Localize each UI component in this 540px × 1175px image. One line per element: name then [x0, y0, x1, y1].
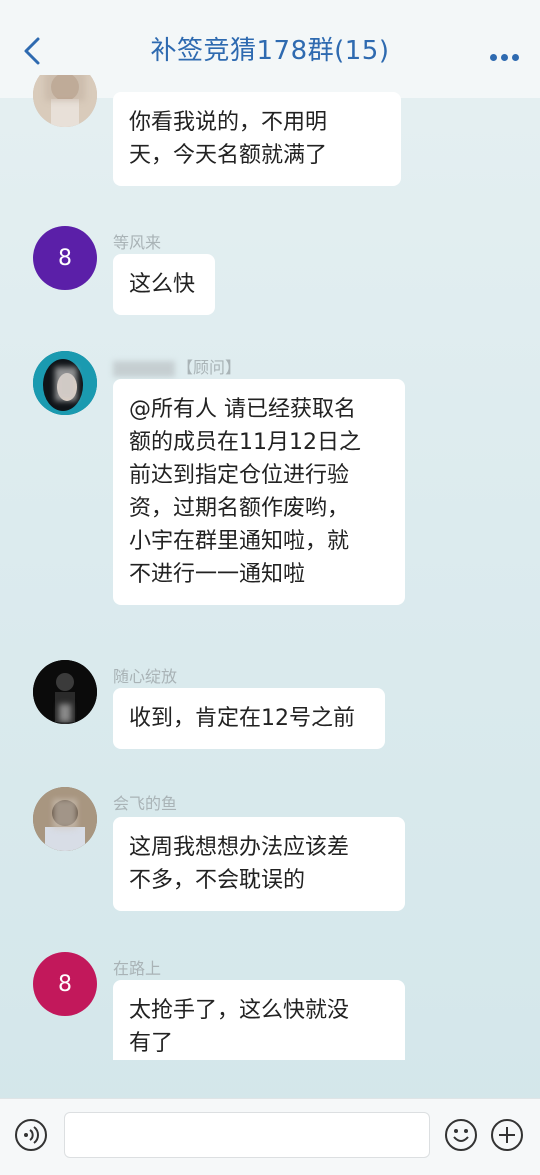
avatar[interactable] [33, 75, 97, 127]
avatar-photo-icon [33, 660, 97, 724]
sender-name: 【顾问】 [113, 354, 241, 378]
message-text: 这周我想想办法应该差 不多，不会耽误的 [129, 835, 350, 893]
avatar-photo-icon [33, 787, 97, 851]
message-bubble[interactable]: @所有人 请已经获取名 额的成员在11月12日之 前达到指定仓位进行验 资，过期… [113, 379, 405, 605]
blurred-name [113, 360, 175, 377]
message-bubble[interactable]: 你看我说的，不用明 天，今天名额就满了 [113, 92, 401, 186]
avatar[interactable]: 8 [33, 952, 97, 1016]
page-title: 补签竞猜178群(15) [150, 36, 390, 66]
plus-icon[interactable] [490, 1118, 524, 1152]
message-text: 太抢手了，这么快就没 有了 [129, 998, 350, 1056]
message-text: @所有人 请已经获取名 额的成员在11月12日之 前达到指定仓位进行验 资，过期… [129, 397, 361, 587]
sender-name: 在路上 [113, 959, 162, 978]
sender-name: 等风来 [113, 233, 162, 252]
emoji-icon[interactable] [444, 1118, 478, 1152]
avatar[interactable] [33, 351, 97, 415]
message-text: 你看我说的，不用明 天，今天名额就满了 [129, 110, 328, 168]
message-input[interactable] [64, 1112, 430, 1158]
message-bubble[interactable]: 这么快 [113, 254, 215, 315]
message-bubble[interactable]: 这周我想想办法应该差 不多，不会耽误的 [113, 817, 405, 911]
avatar-photo-icon [33, 351, 97, 415]
input-bar [0, 1098, 540, 1175]
message-list[interactable]: 你看我说的，不用明 天，今天名额就满了 8 等风来 这么快 【顾问】 @所有人 … [0, 75, 540, 1060]
sender-name: 随心绽放 [113, 667, 178, 686]
avatar[interactable] [33, 660, 97, 724]
avatar[interactable]: 8 [33, 226, 97, 290]
avatar[interactable] [33, 787, 97, 851]
more-dots-icon[interactable] [490, 46, 524, 61]
avatar-text: 8 [58, 971, 72, 997]
avatar-text: 8 [58, 245, 72, 271]
message-text: 这么快 [129, 272, 196, 297]
message-text: 收到，肯定在12号之前 [129, 706, 355, 731]
voice-icon[interactable] [14, 1118, 48, 1152]
sender-name: 会飞的鱼 [113, 794, 178, 813]
message-bubble[interactable]: 收到，肯定在12号之前 [113, 688, 385, 749]
avatar-photo-icon [33, 75, 97, 127]
message-bubble[interactable]: 太抢手了，这么快就没 有了 [113, 980, 405, 1060]
